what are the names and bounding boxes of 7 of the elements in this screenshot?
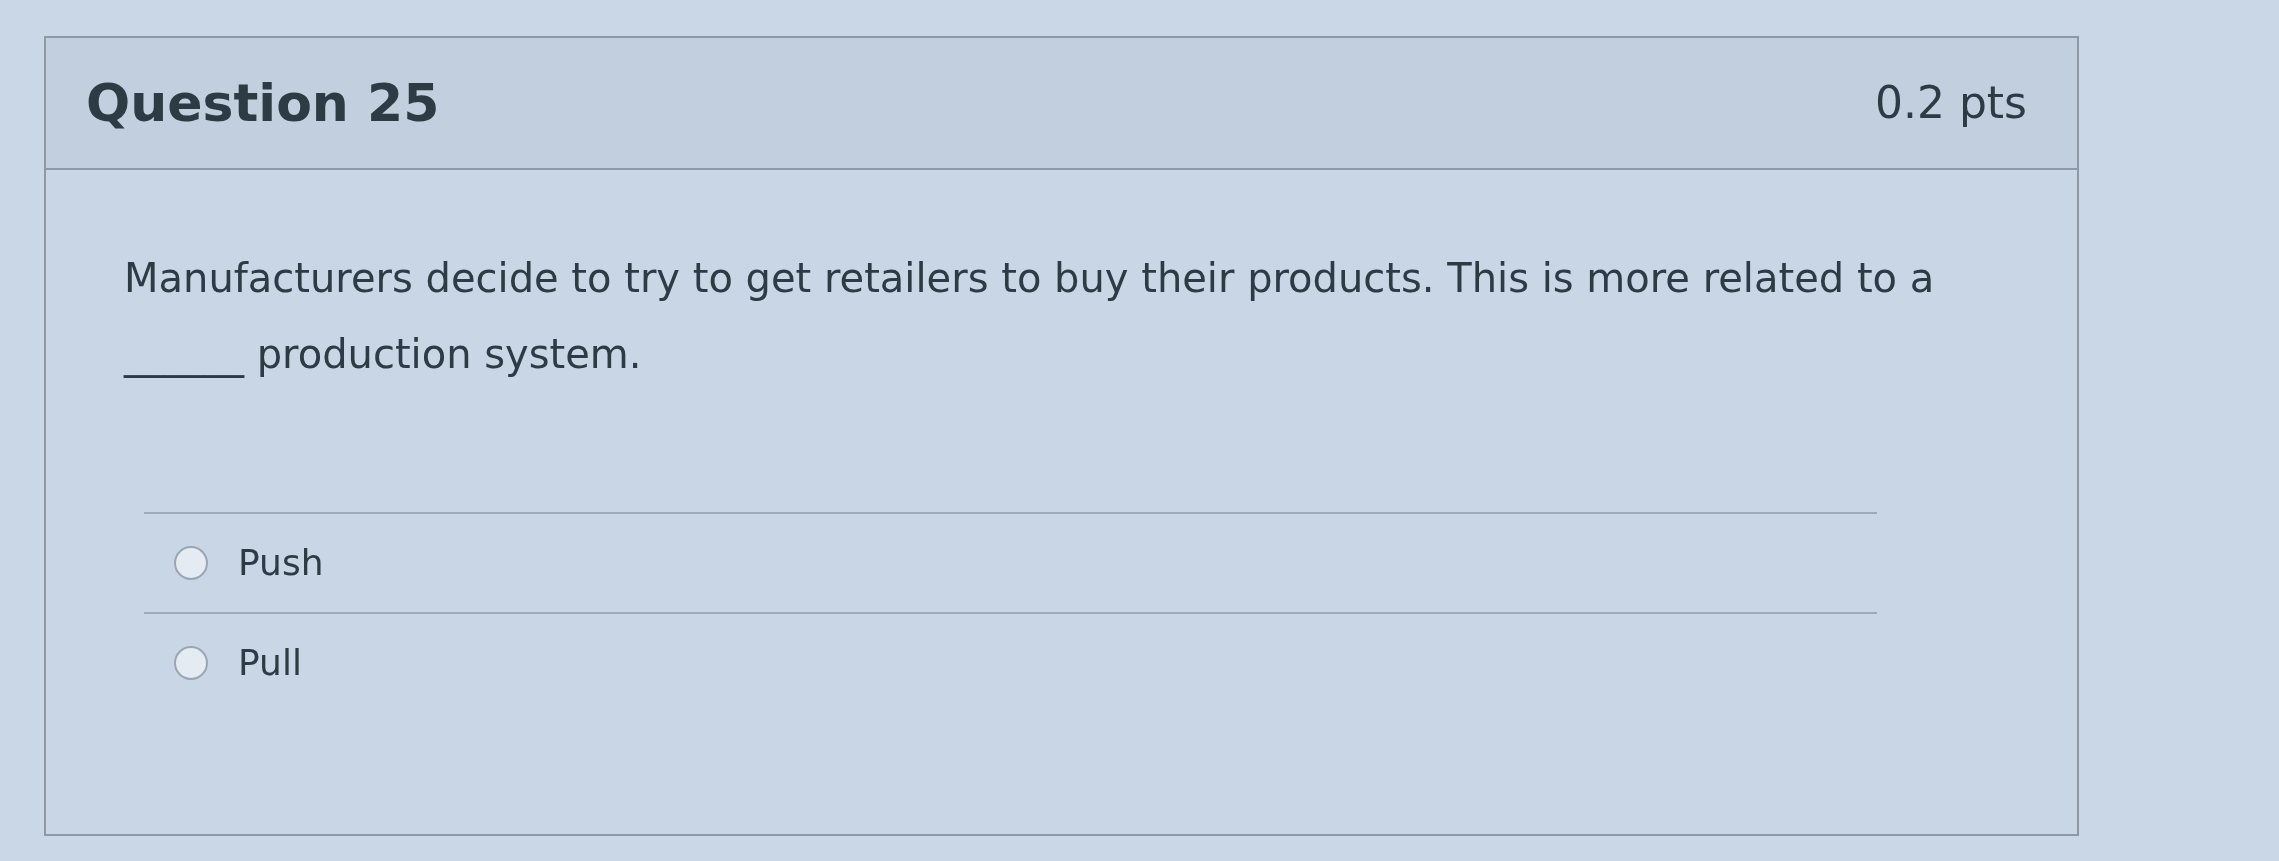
answer-label[interactable]: Push xyxy=(238,536,324,590)
question-text: Manufacturers decide to try to get retailers to buy their products. This is more related to a ______ production system. xyxy=(124,254,1936,380)
question-title: Question 25 xyxy=(86,72,440,135)
answer-label[interactable]: Pull xyxy=(238,636,302,690)
points-label: 0.2 pts xyxy=(1874,76,2027,130)
radio-button[interactable] xyxy=(174,546,208,580)
radio-button[interactable] xyxy=(174,646,208,680)
